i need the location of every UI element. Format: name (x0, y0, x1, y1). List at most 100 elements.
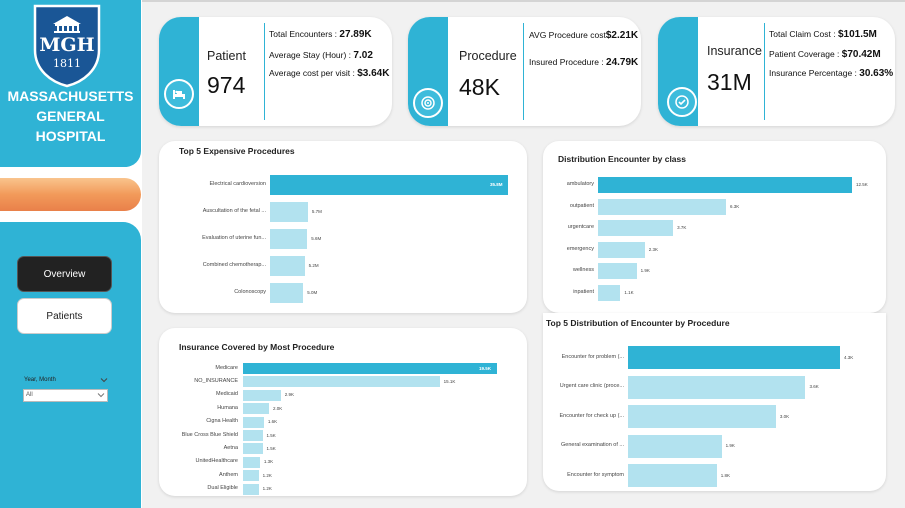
chart-bar[interactable] (598, 220, 674, 236)
chevron-down-icon[interactable] (97, 391, 105, 399)
chart-bar[interactable] (598, 177, 852, 193)
hospital-name-line: MASSACHUSETTS (7, 88, 134, 104)
top-border (142, 0, 905, 2)
axis-category-label: Cigna Health (206, 418, 238, 425)
chart-bar[interactable] (270, 229, 308, 249)
kpi-detail-row: AVG Procedure cost$2.21K (529, 30, 638, 41)
sidebar-header-panel: MGH 1811 MASSACHUSETTS GENERAL HOSPITAL (0, 0, 141, 167)
chart-bar[interactable] (270, 283, 304, 303)
svg-text:MGH: MGH (39, 34, 94, 56)
nav-overview-button[interactable]: Overview (17, 256, 112, 292)
axis-category-label: wellness (572, 267, 594, 273)
axis-category-label: Combined chemotherap... (202, 262, 266, 268)
chart-bar[interactable] (628, 346, 840, 369)
kpi-divider (264, 23, 265, 120)
chart-bar[interactable] (598, 198, 727, 215)
hospital-name-line: GENERAL (36, 108, 105, 124)
axis-category-label: Anthem (219, 471, 238, 478)
kpi-detail-label: Average cost per visit : (269, 68, 358, 78)
insurance-kpi-card: Insurance 31M Total Claim Cost : $101.5M… (658, 17, 895, 126)
kpi-value: 974 (207, 72, 246, 98)
chart-title: Top 5 Expensive Procedures (179, 146, 295, 156)
chart-bar[interactable] (243, 363, 497, 374)
kpi-detail-label: Patient Coverage : (769, 49, 842, 59)
chart-bar[interactable] (628, 375, 806, 399)
data-label: 6.3K (730, 203, 740, 209)
data-label: 1.9K (640, 268, 650, 273)
data-label: 35.8M (490, 182, 503, 187)
kpi-detail-value: 24.79K (606, 57, 639, 68)
hospital-bed-icon (164, 79, 194, 109)
kpi-value: 31M (707, 69, 752, 95)
data-label: 1.5K (266, 445, 276, 451)
kpi-detail-label: Total Encounters : (269, 29, 340, 39)
kpi-detail-label: Average Stay (Hour) : (269, 50, 354, 60)
chevron-down-icon[interactable] (100, 376, 108, 384)
kpi-detail-label: Insured Procedure : (529, 57, 607, 67)
chart-bar[interactable] (628, 405, 776, 428)
nav-label: Patients (46, 310, 83, 322)
axis-category-label: Dual Eligible (207, 485, 238, 492)
chart-bar[interactable] (628, 434, 722, 458)
chart-title: Insurance Covered by Most Procedure (179, 342, 335, 352)
axis-category-label: Urgent care clinic (proce... (559, 383, 624, 389)
kpi-accent-strip (159, 17, 199, 126)
chart-bar[interactable] (243, 430, 263, 441)
axis-category-label: Humana (217, 404, 238, 411)
top-expensive-procedures-card: Top 5 Expensive Procedures (159, 141, 527, 313)
chart-bar[interactable] (598, 263, 637, 279)
chart-bar[interactable] (270, 175, 508, 195)
axis-category-label: outpatient (569, 202, 594, 209)
chart-bar[interactable] (628, 464, 717, 487)
data-label: 1.5K (266, 432, 276, 438)
axis-category-label: emergency (566, 245, 594, 252)
axis-category-label: Colonoscopy (234, 289, 266, 295)
chart-bar[interactable] (270, 256, 305, 276)
chart-bar[interactable] (243, 483, 259, 495)
kpi-detail-value: $101.5M (837, 29, 877, 40)
data-label: 2.0K (273, 405, 283, 411)
chart-bar[interactable] (243, 389, 281, 401)
chart-bar[interactable] (243, 443, 263, 455)
kpi-title: Patient (207, 49, 246, 63)
data-label: 5.2M (308, 263, 319, 268)
axis-category-label: UnitedHealthcare (195, 458, 239, 465)
dashboard-canvas: MGH 1811 MASSACHUSETTS GENERAL HOSPITAL … (0, 0, 905, 508)
chart-bar[interactable] (598, 241, 645, 258)
chart-bar[interactable] (270, 202, 308, 222)
axis-category-label: ambulatory (566, 181, 594, 187)
data-label: 15.1K (443, 378, 456, 384)
nav-patients-button[interactable]: Patients (17, 298, 112, 334)
data-label: 5.7M (311, 209, 322, 214)
procedure-kpi-card: Procedure 48K AVG Procedure cost$2.21K I… (408, 17, 641, 126)
axis-category-label: Encounter for check up (... (559, 412, 624, 419)
hospital-name-line: HOSPITAL (35, 128, 106, 144)
chart-title: Top 5 Distribution of Encounter by Proce… (546, 318, 730, 328)
data-label: 1.9K (725, 443, 735, 448)
chart-bar[interactable] (243, 470, 259, 482)
data-label: 1.3K (263, 459, 274, 465)
data-label: 5.6M (311, 236, 322, 241)
chart-title: Distribution Encounter by class (558, 154, 686, 164)
axis-category-label: urgentcare (567, 224, 594, 230)
kpi-title: Procedure (459, 49, 517, 63)
mgh-shield-logo: MGH 1811 (33, 4, 101, 88)
axis-category-label: Medicaid (215, 391, 238, 398)
kpi-detail-row: Insured Procedure : 24.79K (529, 57, 638, 68)
data-label: 19.5K (479, 365, 492, 371)
axis-category-label: NO_INSURANCE (194, 377, 238, 384)
chart-bar[interactable] (243, 416, 264, 428)
axis-category-label: Auscultation of the fetal ... (202, 208, 266, 214)
chart-bar[interactable] (243, 403, 270, 415)
chart-bar[interactable] (243, 376, 440, 388)
kpi-detail-value: $70.42M (841, 49, 881, 60)
chart-bar[interactable] (243, 456, 260, 468)
nav-label: Overview (43, 268, 86, 280)
kpi-value: 48K (459, 74, 500, 100)
axis-category-label: Medicare (215, 364, 238, 371)
slicer-value: All (26, 392, 33, 398)
data-label: 3.7K (677, 225, 687, 230)
year-month-dropdown[interactable] (23, 389, 108, 402)
chart-bar[interactable] (598, 284, 621, 301)
kpi-title: Insurance (707, 44, 762, 58)
